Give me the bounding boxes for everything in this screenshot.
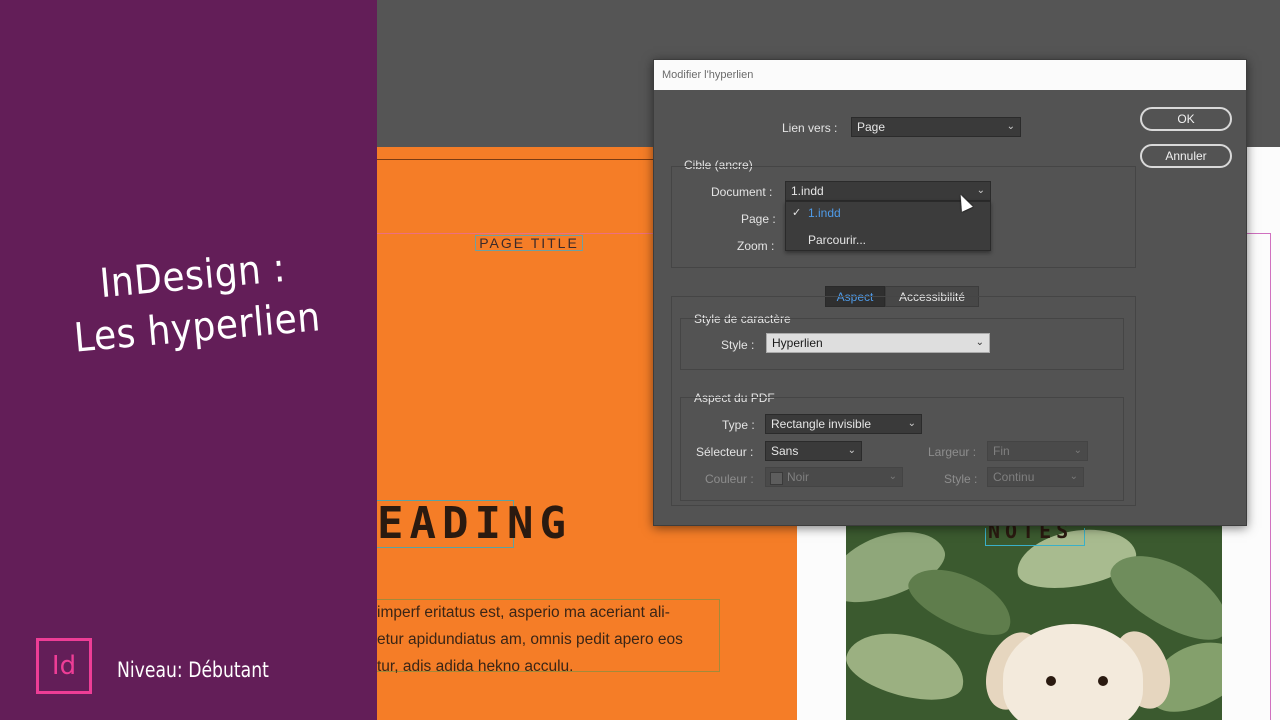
zoom-label: Zoom :: [737, 239, 775, 253]
chevron-down-icon: ⌄: [975, 337, 984, 348]
puppy-eye: [1098, 676, 1108, 686]
style-select[interactable]: Hyperlien ⌄: [766, 333, 990, 353]
leaf-shape: [846, 621, 972, 711]
page-label: Page :: [741, 212, 776, 226]
promo-panel: InDesign : Les hyperlien Id Niveau: Débu…: [0, 0, 377, 720]
type-value: Rectangle invisible: [771, 417, 872, 431]
color-select[interactable]: Noir ⌄: [765, 467, 903, 487]
width-value: Fin: [993, 444, 1010, 458]
type-select[interactable]: Rectangle invisible ⌄: [765, 414, 922, 434]
link-to-label: Lien vers :: [782, 121, 838, 135]
color-label: Couleur :: [705, 472, 754, 486]
stroke-style-label: Style :: [944, 472, 978, 486]
ok-button[interactable]: OK: [1140, 107, 1232, 131]
body-line: imperf eritatus est, asperio ma aceriant…: [377, 604, 670, 621]
edit-hyperlink-dialog: Modifier l'hyperlien Lien vers : Page ⌄ …: [653, 59, 1247, 526]
type-label: Type :: [722, 418, 755, 432]
link-to-value: Page: [857, 120, 886, 134]
width-select[interactable]: Fin ⌄: [987, 441, 1088, 461]
chevron-down-icon: ⌄: [976, 185, 985, 196]
dialog-title: Modifier l'hyperlien: [662, 69, 754, 81]
body-line: tur, adis adida hekno acculu.: [377, 658, 574, 675]
color-swatch-icon: [770, 472, 783, 485]
menu-item-browse[interactable]: Parcourir...: [808, 233, 866, 247]
promo-title: InDesign : Les hyperlien: [36, 237, 354, 368]
chevron-down-icon: ⌄: [1073, 445, 1082, 456]
stroke-style-select[interactable]: Continu ⌄: [987, 467, 1084, 487]
heading-text: EADING: [377, 498, 572, 549]
style-label: Style :: [721, 338, 755, 352]
body-text: imperf eritatus est, asperio ma aceriant…: [377, 599, 720, 680]
chevron-down-icon: ⌄: [907, 418, 916, 429]
menu-item-1indd[interactable]: 1.indd: [808, 206, 841, 220]
selector-value: Sans: [771, 444, 799, 458]
dialog-titlebar[interactable]: Modifier l'hyperlien: [654, 60, 1246, 90]
document-label: Document :: [711, 185, 773, 199]
cancel-button[interactable]: Annuler: [1140, 144, 1232, 168]
chevron-down-icon: ⌄: [1069, 471, 1078, 482]
checkmark-icon: ✓: [792, 207, 802, 219]
chevron-down-icon: ⌄: [1006, 121, 1015, 132]
body-line: etur apidundiatus am, omnis pedit apero …: [377, 631, 683, 648]
puppy-eye: [1046, 676, 1056, 686]
indesign-logo-icon: Id: [36, 638, 92, 694]
color-value: Noir: [787, 470, 810, 484]
selector-select[interactable]: Sans ⌄: [765, 441, 862, 461]
page-title-text: PAGE TITLE: [479, 235, 579, 251]
level-label: Niveau: Débutant: [117, 658, 269, 682]
chevron-down-icon: ⌄: [847, 445, 856, 456]
link-to-select[interactable]: Page ⌄: [851, 117, 1021, 137]
notes-heading: NOTES: [988, 524, 1074, 543]
column-guide: [1270, 233, 1271, 720]
stroke-style-value: Continu: [993, 470, 1035, 484]
width-label: Largeur :: [928, 445, 977, 459]
page-title-frame[interactable]: PAGE TITLE: [475, 235, 583, 251]
chevron-down-icon: ⌄: [888, 471, 897, 482]
style-value: Hyperlien: [772, 336, 823, 350]
selector-label: Sélecteur :: [696, 445, 754, 459]
document-value: 1.indd: [791, 184, 824, 198]
puppy-photo[interactable]: [846, 526, 1222, 720]
